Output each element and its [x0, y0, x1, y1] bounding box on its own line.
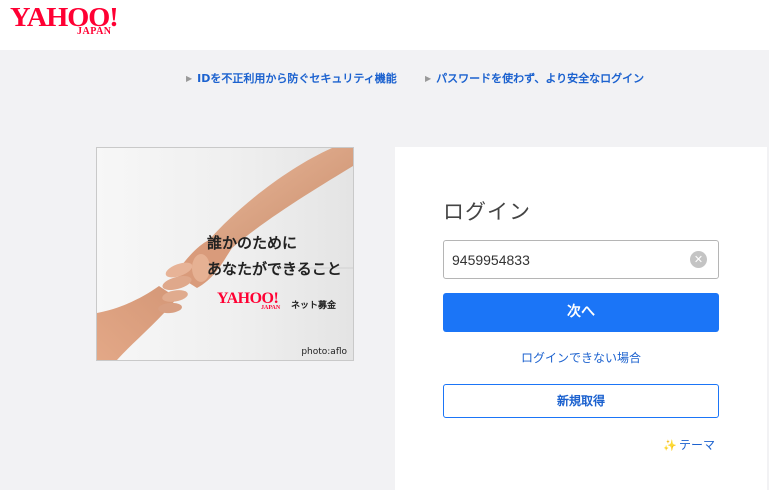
- ad-logo-subtext: JAPAN: [261, 305, 281, 311]
- passwordless-login-link[interactable]: ▶ パスワードを使わず、より安全なログイン: [425, 71, 644, 87]
- cannot-login-link[interactable]: ログインできない場合: [443, 349, 719, 366]
- photo-credit: photo:aflo: [301, 347, 347, 357]
- next-button[interactable]: 次へ: [443, 293, 719, 332]
- security-links: ▶ IDを不正利用から防ぐセキュリティ機能 ▶ パスワードを使わず、より安全なログイ…: [0, 71, 769, 87]
- logo-subtext: JAPAN: [77, 26, 112, 37]
- passwordless-login-label: パスワードを使わず、より安全なログイン: [436, 72, 645, 85]
- triangle-right-icon: ▶: [186, 74, 193, 83]
- ad-headline-line1: 誰かのために: [207, 234, 298, 252]
- sparkle-icon: ✨: [663, 439, 677, 452]
- ad-tagline: ネット募金: [291, 301, 337, 311]
- donation-ad-banner[interactable]: 誰かのために あなたができること YAHOO! JAPAN ネット募金 phot…: [96, 147, 354, 361]
- triangle-right-icon: ▶: [425, 74, 432, 83]
- ad-headline-line2: あなたができること: [207, 260, 342, 278]
- yahoo-japan-logo[interactable]: YAHOO! JAPAN: [10, 2, 132, 38]
- security-feature-link[interactable]: ▶ IDを不正利用から防ぐセキュリティ機能: [186, 71, 397, 87]
- theme-label: テーマ: [678, 438, 715, 452]
- ad-headline: 誰かのために あなたができること: [207, 230, 342, 282]
- security-feature-label: IDを不正利用から防ぐセキュリティ機能: [197, 72, 397, 85]
- clear-circle-icon[interactable]: ✕: [690, 251, 707, 268]
- login-id-field[interactable]: ✕: [443, 240, 719, 279]
- theme-link[interactable]: ✨ テーマ: [663, 436, 715, 453]
- signup-button[interactable]: 新規取得: [443, 384, 719, 418]
- login-id-input[interactable]: [444, 241, 684, 278]
- top-header: YAHOO! JAPAN: [0, 0, 769, 50]
- login-title: ログイン: [443, 200, 531, 224]
- login-card: ログイン ✕ 次へ ログインできない場合 新規取得 ✨テーマ: [395, 147, 767, 490]
